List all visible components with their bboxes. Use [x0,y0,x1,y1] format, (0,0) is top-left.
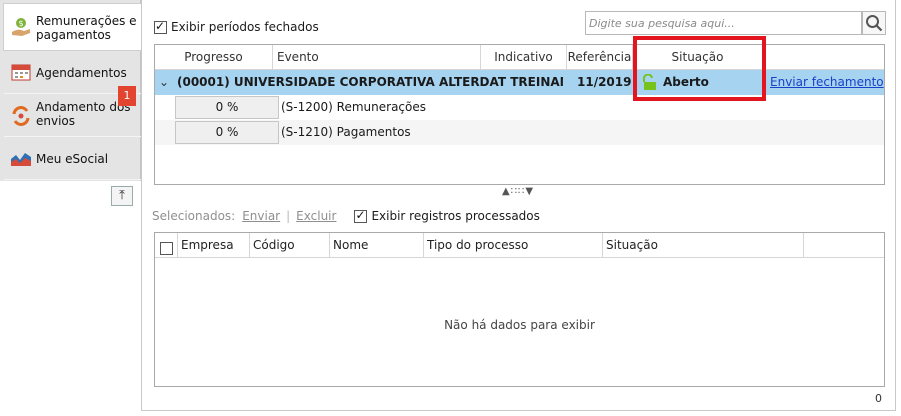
show-processed-label: Exibir registros processados [371,209,540,223]
send-closing-link[interactable]: Enviar fechamento [770,70,884,95]
search-button[interactable] [862,11,886,35]
reference-value: 11/2019 [577,75,632,89]
pin-up-icon: ⤒ [119,188,125,203]
progress-bar: 0 % [175,121,279,144]
records-grid: Empresa Código Nome Tipo do processo Sit… [154,232,885,387]
column-header-progresso[interactable]: Progresso [155,45,273,70]
sidebar-item-remuneracoes[interactable]: $ Remunerações e pagamentos [3,3,142,51]
column-header-nome[interactable]: Nome [330,233,424,258]
show-closed-periods-checkbox[interactable]: Exibir períodos fechados [154,19,319,34]
company-title: (00001) UNIVERSIDADE CORPORATIVA ALTERDA… [177,75,563,89]
search-icon [866,15,883,32]
chevron-down-icon[interactable]: ⌄ [159,70,169,95]
record-count: 0 [875,392,882,405]
checkbox-box[interactable] [154,19,167,34]
table-row[interactable]: 0 % (S-1210) Pagamentos [155,120,884,145]
calendar-icon [10,61,32,83]
sidebar-item-label: Remunerações e pagamentos [36,14,137,42]
progress-bar: 0 % [175,96,279,119]
event-name: (S-1200) Remunerações [281,100,426,114]
show-closed-periods-label: Exibir períodos fechados [171,20,319,34]
periods-grid: Progresso Evento Indicativo Referência S… [154,44,885,185]
selected-label: Selecionados: [152,209,236,223]
sidebar-item-meu-esocial[interactable]: Meu eSocial [4,138,141,180]
splitter-handle[interactable]: ▲∷∷▼ [502,186,534,197]
exclude-button[interactable]: Excluir [296,209,336,223]
column-header-indicativo[interactable]: Indicativo [481,45,567,70]
column-header-referencia[interactable]: Referência [567,45,633,70]
column-header-empresa[interactable]: Empresa [178,233,250,258]
search-input[interactable]: Digite sua pesquisa aqui... [585,11,862,35]
group-row-company[interactable]: ⌄ (00001) UNIVERSIDADE CORPORATIVA ALTER… [155,70,884,95]
send-button[interactable]: Enviar [242,209,280,223]
highlight-annotation-box [633,36,766,101]
column-header-evento[interactable]: Evento [273,45,481,70]
sidebar-item-label: Agendamentos [36,66,127,80]
notification-badge: 1 [118,86,136,106]
show-processed-checkbox[interactable] [354,208,368,223]
column-header-codigo[interactable]: Código [250,233,330,258]
table-row[interactable]: 0 % (S-1200) Remunerações [155,95,884,120]
collapse-sidebar-button[interactable]: ⤒ [111,186,133,206]
column-header-tipo-processo[interactable]: Tipo do processo [424,233,603,258]
grid-header: Empresa Código Nome Tipo do processo Sit… [155,233,884,258]
column-header-situacao[interactable]: Situação [603,233,804,258]
empty-state-message: Não há dados para exibir [444,318,595,332]
sync-arrows-icon [10,105,32,127]
selection-toolbar: Selecionados: Enviar | Excluir Exibir re… [152,208,540,224]
area-chart-icon [10,147,32,169]
event-name: (S-1210) Pagamentos [281,125,411,139]
grid-header: Progresso Evento Indicativo Referência S… [155,45,884,70]
divider: | [286,209,291,223]
money-hand-icon: $ [10,16,32,38]
main-panel: Exibir períodos fechados Digite sua pesq… [141,0,896,411]
sidebar-item-label: Meu eSocial [36,152,109,166]
svg-text:$: $ [18,19,23,28]
select-all-checkbox[interactable] [160,241,173,255]
select-all-cell[interactable] [155,233,178,258]
